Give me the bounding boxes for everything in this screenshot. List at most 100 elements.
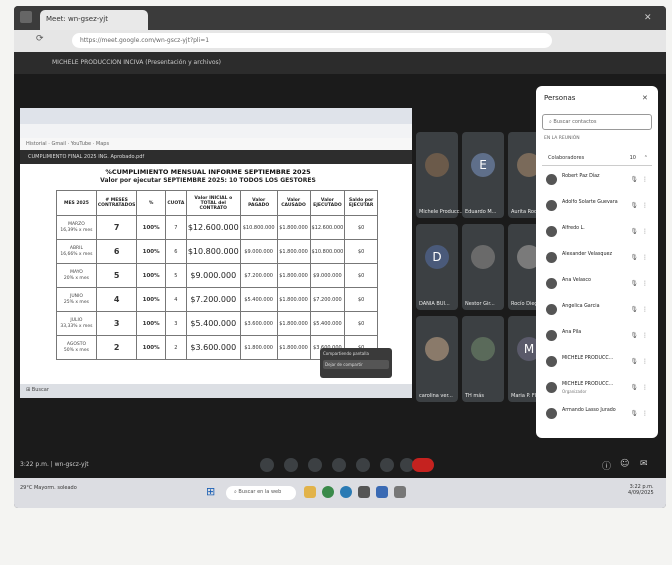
- store-icon[interactable]: [358, 486, 370, 498]
- list-item[interactable]: Alexander Velasquez 🎙 ⋮: [542, 248, 652, 268]
- cell-mes: AGOSTO 50% x mes: [56, 335, 97, 360]
- sharing-popup-text: Compartiendo pantalla: [323, 351, 369, 356]
- person-name: Ana Velasco: [562, 278, 591, 283]
- cell-total: $9.000.000: [185, 263, 241, 288]
- mail-icon[interactable]: [376, 486, 388, 498]
- chrome-icon[interactable]: [322, 486, 334, 498]
- table-body: MARZO 16,39% x mes 7 100% 7 $12.600.000 $10.80…: [56, 215, 378, 360]
- cell-pct: 100%: [136, 335, 166, 360]
- cell-saldo: $0: [344, 311, 378, 336]
- list-item[interactable]: Robert Paz Díaz 🎙 ⋮: [542, 170, 652, 190]
- mic-icon: 🎙: [630, 176, 638, 183]
- sharing-popup: Compartiendo pantalla Dejar de compartir: [320, 348, 392, 378]
- more-icon[interactable]: ⋮: [642, 306, 648, 313]
- cell-meses: 6: [95, 239, 138, 264]
- mic-icon: 🎙: [630, 306, 638, 313]
- taskbar-search[interactable]: ⌕ Buscar en la web: [226, 486, 296, 500]
- avatar: [471, 244, 495, 269]
- file-explorer-icon[interactable]: [304, 486, 316, 498]
- participant-tile[interactable]: Nestor Gir...: [462, 224, 504, 310]
- camera-icon[interactable]: [284, 458, 298, 472]
- people-panel: Personas ✕ ⌕ Buscar contactos EN LA REUN…: [536, 86, 658, 438]
- cell-pct: 100%: [136, 239, 166, 264]
- url-input[interactable]: https://meet.google.com/wn-gscz-yjt?pli=…: [72, 33, 552, 48]
- person-name: Angelica Garcia: [562, 304, 600, 309]
- cell-total: $7.200.000: [185, 287, 241, 312]
- list-item[interactable]: MICHELE PRODUCC... Organizador 🎙 ⋮: [542, 378, 652, 398]
- participant-name: TH más: [465, 393, 484, 399]
- presentation-bar: MICHELE PRODUCCION INCIVA (Presentación …: [14, 52, 666, 74]
- emoji-icon[interactable]: [332, 458, 346, 472]
- collaborators-row[interactable]: Colaboradores 10 ⌃: [542, 152, 652, 166]
- people-icon[interactable]: ☺: [620, 459, 629, 469]
- more-icon[interactable]: ⋮: [642, 254, 648, 261]
- avatar: [546, 330, 557, 341]
- in-meeting-label: EN LA REUNIÓN: [544, 136, 580, 141]
- info-icon[interactable]: ⓘ: [602, 459, 611, 472]
- avatar: [471, 336, 495, 361]
- cell-mes: JULIO 33,33% x mes: [56, 311, 97, 336]
- search-icon: ⌕: [549, 119, 552, 125]
- participant-tile[interactable]: TH más: [462, 316, 504, 402]
- weather-widget[interactable]: 29°C Mayorm. soleado: [20, 485, 77, 491]
- cell-ejecutado: $12.600.000: [309, 215, 346, 240]
- list-item[interactable]: Adolfo Solarte Guevara 🎙 ⋮: [542, 196, 652, 216]
- col-header: MES 2025: [56, 190, 97, 216]
- participant-tile[interactable]: D DANIA BUI...: [416, 224, 458, 310]
- search-placeholder: Buscar contactos: [553, 119, 597, 125]
- edge-icon[interactable]: [340, 486, 352, 498]
- taskbar-clock[interactable]: 3:22 p.m. 4/09/2025: [628, 484, 654, 496]
- person-name: Alexander Velasquez: [562, 252, 612, 257]
- browser-tab[interactable]: Meet: wn-gsez-yjt: [40, 10, 148, 30]
- table-row: MARZO 16,39% x mes 7 100% 7 $12.600.000 $10.80…: [56, 215, 378, 240]
- cell-saldo: $0: [344, 215, 378, 240]
- list-item[interactable]: Ana Velasco 🎙 ⋮: [542, 274, 652, 294]
- close-icon[interactable]: ✕: [642, 94, 648, 102]
- participant-name: Michele Producc...: [419, 209, 465, 215]
- list-item[interactable]: Ana Pila 🎙 ⋮: [542, 326, 652, 346]
- app-icon[interactable]: [394, 486, 406, 498]
- list-item[interactable]: MICHELE PRODUCC... 🎙 ⋮: [542, 352, 652, 372]
- list-item[interactable]: Alfredo L. 🎙 ⋮: [542, 222, 652, 242]
- more-icon[interactable]: ⋮: [642, 384, 648, 391]
- month-rate: 50% x mes: [63, 347, 89, 353]
- participant-tile[interactable]: E Eduardo M...: [462, 132, 504, 218]
- mic-icon: 🎙: [630, 332, 638, 339]
- col-header: # MESES CONTRATADOS: [95, 190, 138, 216]
- more-icon[interactable]: ⋮: [642, 176, 648, 183]
- windows-icon[interactable]: ⊞: [206, 485, 215, 498]
- col-header: Valor PAGADO: [239, 190, 278, 216]
- mic-icon[interactable]: [260, 458, 274, 472]
- end-call-button[interactable]: [412, 458, 434, 472]
- more-icon[interactable]: ⋮: [642, 228, 648, 235]
- more-icon[interactable]: ⋮: [642, 410, 648, 417]
- people-search-input[interactable]: ⌕ Buscar contactos: [542, 114, 652, 130]
- list-item[interactable]: Angelica Garcia 🎙 ⋮: [542, 300, 652, 320]
- tab-title: Meet: wn-gsez-yjt: [46, 15, 108, 23]
- cell-saldo: $0: [344, 239, 378, 264]
- stop-sharing-button[interactable]: Dejar de compartir: [323, 360, 389, 369]
- more-icon[interactable]: ⋮: [642, 202, 648, 209]
- taskbar: 29°C Mayorm. soleado ⊞ ⌕ Buscar en la we…: [14, 478, 666, 508]
- shared-address-bar: [20, 124, 412, 138]
- person-name: Armando Lasso Jurado: [562, 408, 616, 413]
- person-name: Alfredo L.: [562, 226, 585, 231]
- cell-cuota: 3: [164, 311, 187, 336]
- cell-total: $5.400.000: [185, 311, 241, 336]
- col-header: %: [136, 190, 166, 216]
- chat-icon[interactable]: ✉: [640, 459, 648, 469]
- more-icon[interactable]: ⋮: [642, 358, 648, 365]
- list-item[interactable]: Armando Lasso Jurado 🎙 ⋮: [542, 404, 652, 424]
- more-icon[interactable]: ⋮: [642, 280, 648, 287]
- close-icon[interactable]: ✕: [644, 13, 652, 23]
- avatar: E: [471, 152, 495, 177]
- shared-search: Buscar: [31, 387, 49, 393]
- refresh-icon[interactable]: ⟳: [36, 34, 44, 44]
- participant-tile[interactable]: carolina ver...: [416, 316, 458, 402]
- present-icon[interactable]: [356, 458, 370, 472]
- captions-icon[interactable]: [308, 458, 322, 472]
- more-icon[interactable]: ⋮: [642, 332, 648, 339]
- screen: Meet: wn-gsez-yjt ✕ ⟳ https://meet.googl…: [14, 6, 666, 508]
- participant-tile[interactable]: Michele Producc...: [416, 132, 464, 218]
- raise-hand-icon[interactable]: [380, 458, 394, 472]
